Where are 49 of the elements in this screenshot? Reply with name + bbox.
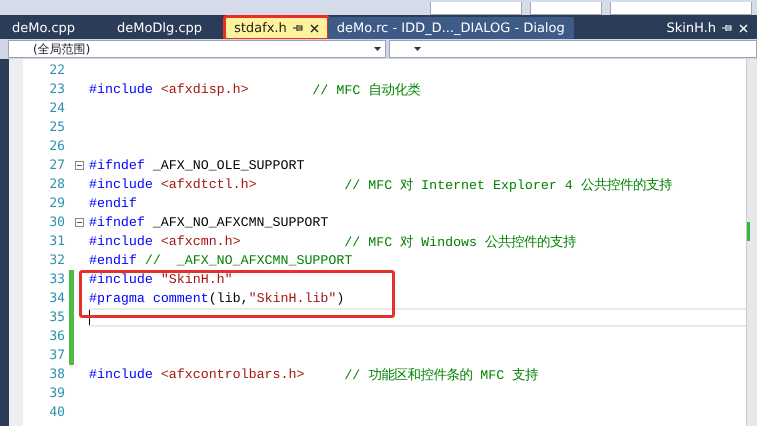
code-line: #include "SkinH.h" (89, 272, 233, 287)
line-number: 22 (48, 63, 65, 78)
line-number: 30 (48, 215, 65, 230)
line-number: 27 (48, 158, 65, 173)
toolbar-field[interactable] (430, 2, 522, 15)
scrollbar[interactable] (746, 59, 757, 426)
line-number: 38 (48, 367, 65, 382)
line-number: 25 (48, 120, 65, 135)
code-line: #ifndef _AFX_NO_AFXCMN_SUPPORT (89, 215, 328, 230)
code-line: #include <afxcontrolbars.h> (89, 367, 304, 382)
dropdown-arrow-icon (414, 47, 421, 51)
code-line: #include <afxcmn.h> (89, 234, 241, 249)
close-icon[interactable] (310, 24, 319, 32)
document-tab[interactable]: deMoDlg.cpp (108, 17, 212, 39)
document-tab[interactable]: stdafx.h (225, 17, 328, 39)
line-number: 33 (48, 272, 65, 287)
toolbar-field[interactable] (610, 2, 752, 15)
dropdown-arrow-icon (374, 47, 381, 51)
code-line: #include <afxdtctl.h> (89, 177, 257, 192)
line-number: 34 (48, 291, 65, 306)
line-number: 37 (48, 348, 65, 363)
line-number: 26 (48, 139, 65, 154)
text-cursor (89, 310, 90, 325)
line-number: 31 (48, 234, 65, 249)
line-number: 35 (48, 310, 65, 325)
line-number: 36 (48, 329, 65, 344)
line-number: 32 (48, 253, 65, 268)
line-number: 40 (48, 405, 65, 420)
document-tab[interactable]: deMo.rc - IDD_D..._DIALOG - Dialog (328, 17, 574, 39)
collapse-icon[interactable] (75, 161, 84, 170)
code-line: #endif (89, 196, 137, 211)
line-number: 28 (48, 177, 65, 192)
scope-dropdown[interactable]: (全局范围) (8, 40, 386, 58)
code-comment: // MFC 自动化类 (312, 82, 420, 98)
pin-icon[interactable] (292, 24, 304, 32)
collapse-icon[interactable] (75, 218, 84, 227)
line-number: 29 (48, 196, 65, 211)
code-line: #include <afxdisp.h> (89, 82, 249, 97)
code-line: #ifndef _AFX_NO_OLE_SUPPORT (89, 158, 304, 173)
code-comment: // MFC 对 Windows 公共控件的支持 (344, 234, 576, 250)
line-number: 39 (48, 386, 65, 401)
code-line: #endif // _AFX_NO_AFXCMN_SUPPORT (89, 253, 352, 268)
line-number: 24 (48, 101, 65, 116)
document-tab[interactable]: deMo.cpp (3, 17, 84, 39)
code-comment: // MFC 对 Internet Explorer 4 公共控件的支持 (344, 176, 672, 194)
line-number: 23 (48, 82, 65, 97)
code-line: #pragma comment(lib,"SkinH.lib") (89, 291, 344, 306)
code-comment: // 功能区和控件条的 MFC 支持 (344, 366, 538, 384)
toolbar-field[interactable] (530, 2, 602, 15)
